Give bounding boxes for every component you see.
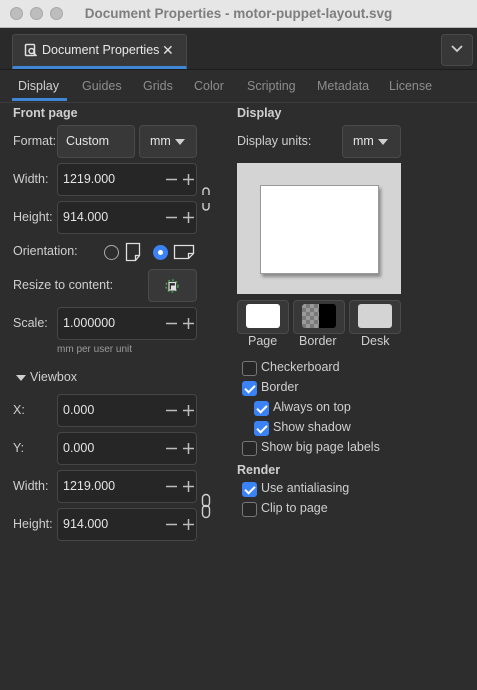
render-title: Render bbox=[237, 463, 281, 477]
landscape-radio[interactable] bbox=[153, 245, 168, 260]
checkerboard-checkbox[interactable] bbox=[242, 361, 257, 376]
border-checkbox[interactable] bbox=[242, 381, 257, 396]
expander-arrow-icon[interactable] bbox=[16, 375, 26, 381]
format-value: Custom bbox=[66, 134, 110, 148]
viewbox-y-label: Y: bbox=[13, 441, 25, 455]
orientation-label: Orientation: bbox=[13, 244, 78, 258]
resize-to-content-label: Resize to content: bbox=[13, 278, 114, 292]
resize-to-content-icon bbox=[165, 279, 179, 293]
minus-icon[interactable] bbox=[165, 480, 178, 493]
landscape-page-icon bbox=[173, 244, 195, 260]
display-units-value: mm bbox=[353, 134, 374, 148]
minus-icon[interactable] bbox=[165, 404, 178, 417]
format-unit-value: mm bbox=[150, 134, 171, 148]
plus-icon[interactable] bbox=[182, 518, 195, 531]
viewbox-width-value: 1219.000 bbox=[63, 479, 116, 493]
plus-icon[interactable] bbox=[182, 404, 195, 417]
portrait-radio[interactable] bbox=[104, 245, 119, 260]
plus-icon[interactable] bbox=[182, 442, 195, 455]
plus-icon[interactable] bbox=[182, 317, 195, 330]
width-label: Width: bbox=[13, 172, 49, 186]
border-color-swatch bbox=[319, 304, 336, 328]
unlink-chain-icon[interactable] bbox=[200, 186, 212, 212]
viewbox-x-label: X: bbox=[13, 403, 25, 417]
viewbox-x-value: 0.000 bbox=[63, 403, 95, 417]
clip-to-page-checkbox[interactable] bbox=[242, 502, 257, 517]
viewbox-height-value: 914.000 bbox=[63, 517, 109, 531]
chevron-down-icon bbox=[175, 139, 185, 145]
always-on-top-label: Always on top bbox=[273, 400, 351, 414]
viewbox-y-value: 0.000 bbox=[63, 441, 95, 455]
chevron-down-icon bbox=[451, 45, 463, 53]
page-width-value: 1219.000 bbox=[63, 172, 116, 186]
tab-separator bbox=[0, 102, 477, 103]
close-icon[interactable]: ✕ bbox=[162, 42, 174, 59]
show-shadow-checkbox[interactable] bbox=[254, 421, 269, 436]
tab-guides[interactable]: Guides bbox=[82, 79, 122, 93]
chevron-down-icon bbox=[378, 139, 388, 145]
page-color-label: Page bbox=[248, 334, 278, 348]
plus-icon[interactable] bbox=[182, 173, 195, 186]
minus-icon[interactable] bbox=[165, 173, 178, 186]
page-color-swatch bbox=[246, 304, 280, 328]
show-big-page-labels-label: Show big page labels bbox=[261, 440, 380, 454]
tab-color[interactable]: Color bbox=[194, 79, 224, 93]
dock-tab-label: Document Properties bbox=[42, 43, 160, 57]
active-tab-indicator bbox=[12, 98, 67, 101]
border-color-checker bbox=[302, 304, 319, 328]
viewbox-title[interactable]: Viewbox bbox=[30, 370, 77, 384]
display-units-label: Display units: bbox=[237, 134, 312, 148]
always-on-top-checkbox[interactable] bbox=[254, 401, 269, 416]
tab-display[interactable]: Display bbox=[18, 79, 59, 93]
minus-icon[interactable] bbox=[165, 442, 178, 455]
tab-scripting[interactable]: Scripting bbox=[247, 79, 296, 93]
show-shadow-label: Show shadow bbox=[273, 420, 351, 434]
document-properties-icon bbox=[24, 43, 38, 57]
clip-to-page-label: Clip to page bbox=[261, 501, 328, 515]
minus-icon[interactable] bbox=[165, 518, 178, 531]
use-antialiasing-label: Use antialiasing bbox=[261, 481, 350, 495]
scale-value: 1.000000 bbox=[63, 316, 116, 330]
minus-icon[interactable] bbox=[165, 211, 178, 224]
display-title: Display bbox=[237, 106, 282, 120]
page-height-value: 914.000 bbox=[63, 210, 109, 224]
plus-icon[interactable] bbox=[182, 480, 195, 493]
scale-note: mm per user unit bbox=[57, 344, 133, 355]
scale-label: Scale: bbox=[13, 316, 48, 330]
use-antialiasing-checkbox[interactable] bbox=[242, 482, 257, 497]
checkerboard-label: Checkerboard bbox=[261, 360, 340, 374]
page-preview-sheet bbox=[260, 185, 379, 274]
plus-icon[interactable] bbox=[182, 211, 195, 224]
link-chain-icon[interactable] bbox=[200, 493, 212, 519]
show-big-page-labels-checkbox[interactable] bbox=[242, 441, 257, 456]
tab-grids[interactable]: Grids bbox=[143, 79, 173, 93]
format-label: Format: bbox=[13, 134, 57, 148]
viewbox-width-label: Width: bbox=[13, 479, 49, 493]
tab-license[interactable]: License bbox=[389, 79, 432, 93]
front-page-title: Front page bbox=[13, 106, 78, 120]
tab-metadata[interactable]: Metadata bbox=[317, 79, 369, 93]
desk-color-swatch bbox=[358, 304, 392, 328]
border-color-label: Border bbox=[299, 334, 337, 348]
portrait-page-icon bbox=[125, 242, 141, 262]
window-title: Document Properties - motor-puppet-layou… bbox=[84, 6, 393, 21]
minus-icon[interactable] bbox=[165, 317, 178, 330]
border-checkbox-label: Border bbox=[261, 380, 299, 394]
desk-color-label: Desk bbox=[361, 334, 390, 348]
viewbox-height-label: Height: bbox=[13, 517, 53, 531]
height-label: Height: bbox=[13, 210, 53, 224]
